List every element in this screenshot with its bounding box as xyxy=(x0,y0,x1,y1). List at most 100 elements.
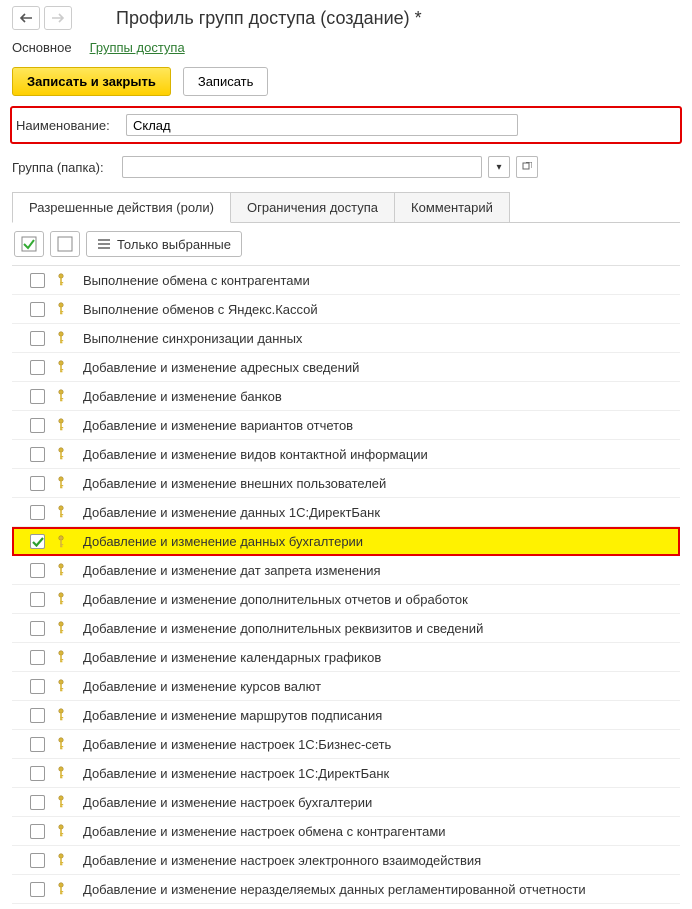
role-row[interactable]: Добавление и изменение дополнительных ре… xyxy=(12,614,680,643)
role-checkbox[interactable] xyxy=(30,505,45,520)
role-label: Выполнение обменов с Яндекс.Кассой xyxy=(83,302,318,317)
role-checkbox[interactable] xyxy=(30,534,45,549)
role-row[interactable]: Добавление и изменение календарных графи… xyxy=(12,643,680,672)
role-checkbox[interactable] xyxy=(30,621,45,636)
role-label: Добавление и изменение настроек 1С:Бизне… xyxy=(83,737,391,752)
role-checkbox[interactable] xyxy=(30,447,45,462)
role-checkbox[interactable] xyxy=(30,708,45,723)
key-icon xyxy=(55,535,67,549)
role-row[interactable]: Добавление и изменение неразделяемых дан… xyxy=(12,875,680,904)
role-checkbox[interactable] xyxy=(30,273,45,288)
group-dropdown-button[interactable]: ▾ xyxy=(488,156,510,178)
role-row[interactable]: Добавление и изменение банков xyxy=(12,382,680,411)
key-icon xyxy=(55,418,67,432)
role-label: Добавление и изменение дополнительных ре… xyxy=(83,621,483,636)
role-label: Добавление и изменение неразделяемых дан… xyxy=(83,882,586,897)
role-row[interactable]: Выполнение обмена с контрагентами xyxy=(12,266,680,295)
role-checkbox[interactable] xyxy=(30,418,45,433)
role-checkbox[interactable] xyxy=(30,766,45,781)
role-checkbox[interactable] xyxy=(30,331,45,346)
subtab-restrictions[interactable]: Ограничения доступа xyxy=(230,192,395,222)
role-label: Выполнение обмена с контрагентами xyxy=(83,273,310,288)
role-label: Добавление и изменение курсов валют xyxy=(83,679,321,694)
role-checkbox[interactable] xyxy=(30,476,45,491)
only-selected-label: Только выбранные xyxy=(117,237,231,252)
key-icon xyxy=(55,824,67,838)
key-icon xyxy=(55,273,67,287)
tab-access-groups[interactable]: Группы доступа xyxy=(90,40,185,55)
role-label: Добавление и изменение настроек электрон… xyxy=(83,853,481,868)
role-checkbox[interactable] xyxy=(30,360,45,375)
role-checkbox[interactable] xyxy=(30,795,45,810)
role-label: Добавление и изменение данных бухгалтери… xyxy=(83,534,363,549)
role-row[interactable]: Добавление и изменение настроек бухгалте… xyxy=(12,788,680,817)
name-input[interactable] xyxy=(126,114,518,136)
role-checkbox[interactable] xyxy=(30,302,45,317)
role-row[interactable]: Добавление и изменение дополнительных от… xyxy=(12,585,680,614)
roles-list: Выполнение обмена с контрагентами Выполне… xyxy=(12,265,680,904)
write-button[interactable]: Записать xyxy=(183,67,269,96)
role-label: Добавление и изменение адресных сведений xyxy=(83,360,359,375)
role-label: Добавление и изменение настроек бухгалте… xyxy=(83,795,372,810)
role-row[interactable]: Выполнение синхронизации данных xyxy=(12,324,680,353)
role-checkbox[interactable] xyxy=(30,679,45,694)
tab-basic[interactable]: Основное xyxy=(12,40,72,55)
only-selected-button[interactable]: Только выбранные xyxy=(86,231,242,257)
role-label: Добавление и изменение данных 1С:ДиректБ… xyxy=(83,505,380,520)
role-checkbox[interactable] xyxy=(30,737,45,752)
role-row[interactable]: Добавление и изменение курсов валют xyxy=(12,672,680,701)
key-icon xyxy=(55,389,67,403)
subtab-comment[interactable]: Комментарий xyxy=(394,192,510,222)
role-checkbox[interactable] xyxy=(30,563,45,578)
role-checkbox[interactable] xyxy=(30,882,45,897)
role-row[interactable]: Добавление и изменение внешних пользоват… xyxy=(12,469,680,498)
key-icon xyxy=(55,708,67,722)
forward-button[interactable] xyxy=(44,6,72,30)
role-row[interactable]: Добавление и изменение адресных сведений xyxy=(12,353,680,382)
key-icon xyxy=(55,679,67,693)
key-icon xyxy=(55,447,67,461)
role-row[interactable]: Добавление и изменение данных 1С:ДиректБ… xyxy=(12,498,680,527)
key-icon xyxy=(55,331,67,345)
role-checkbox[interactable] xyxy=(30,389,45,404)
group-label: Группа (папка): xyxy=(12,160,116,175)
role-row[interactable]: Добавление и изменение настроек электрон… xyxy=(12,846,680,875)
role-label: Выполнение синхронизации данных xyxy=(83,331,302,346)
key-icon xyxy=(55,766,67,780)
write-and-close-button[interactable]: Записать и закрыть xyxy=(12,67,171,96)
role-label: Добавление и изменение маршрутов подписа… xyxy=(83,708,382,723)
role-row[interactable]: Добавление и изменение настроек 1С:Бизне… xyxy=(12,730,680,759)
role-row[interactable]: Добавление и изменение данных бухгалтери… xyxy=(12,527,680,556)
role-row[interactable]: Добавление и изменение вариантов отчетов xyxy=(12,411,680,440)
role-row[interactable]: Добавление и изменение маршрутов подписа… xyxy=(12,701,680,730)
key-icon xyxy=(55,505,67,519)
check-all-button[interactable] xyxy=(14,231,44,257)
role-checkbox[interactable] xyxy=(30,853,45,868)
role-row[interactable]: Добавление и изменение настроек 1С:Дирек… xyxy=(12,759,680,788)
role-label: Добавление и изменение видов контактной … xyxy=(83,447,428,462)
group-input[interactable] xyxy=(122,156,482,178)
role-label: Добавление и изменение внешних пользоват… xyxy=(83,476,386,491)
subtab-roles[interactable]: Разрешенные действия (роли) xyxy=(12,192,231,223)
uncheck-all-button[interactable] xyxy=(50,231,80,257)
page-title: Профиль групп доступа (создание) * xyxy=(116,8,422,29)
role-row[interactable]: Выполнение обменов с Яндекс.Кассой xyxy=(12,295,680,324)
back-button[interactable] xyxy=(12,6,40,30)
role-checkbox[interactable] xyxy=(30,824,45,839)
key-icon xyxy=(55,563,67,577)
role-row[interactable]: Добавление и изменение видов контактной … xyxy=(12,440,680,469)
role-label: Добавление и изменение банков xyxy=(83,389,282,404)
group-open-button[interactable] xyxy=(516,156,538,178)
name-label: Наименование: xyxy=(16,118,120,133)
key-icon xyxy=(55,476,67,490)
key-icon xyxy=(55,621,67,635)
key-icon xyxy=(55,795,67,809)
key-icon xyxy=(55,592,67,606)
role-checkbox[interactable] xyxy=(30,650,45,665)
role-row[interactable]: Добавление и изменение настроек обмена с… xyxy=(12,817,680,846)
role-label: Добавление и изменение дат запрета измен… xyxy=(83,563,381,578)
role-row[interactable]: Добавление и изменение дат запрета измен… xyxy=(12,556,680,585)
role-label: Добавление и изменение вариантов отчетов xyxy=(83,418,353,433)
role-label: Добавление и изменение календарных графи… xyxy=(83,650,381,665)
role-checkbox[interactable] xyxy=(30,592,45,607)
